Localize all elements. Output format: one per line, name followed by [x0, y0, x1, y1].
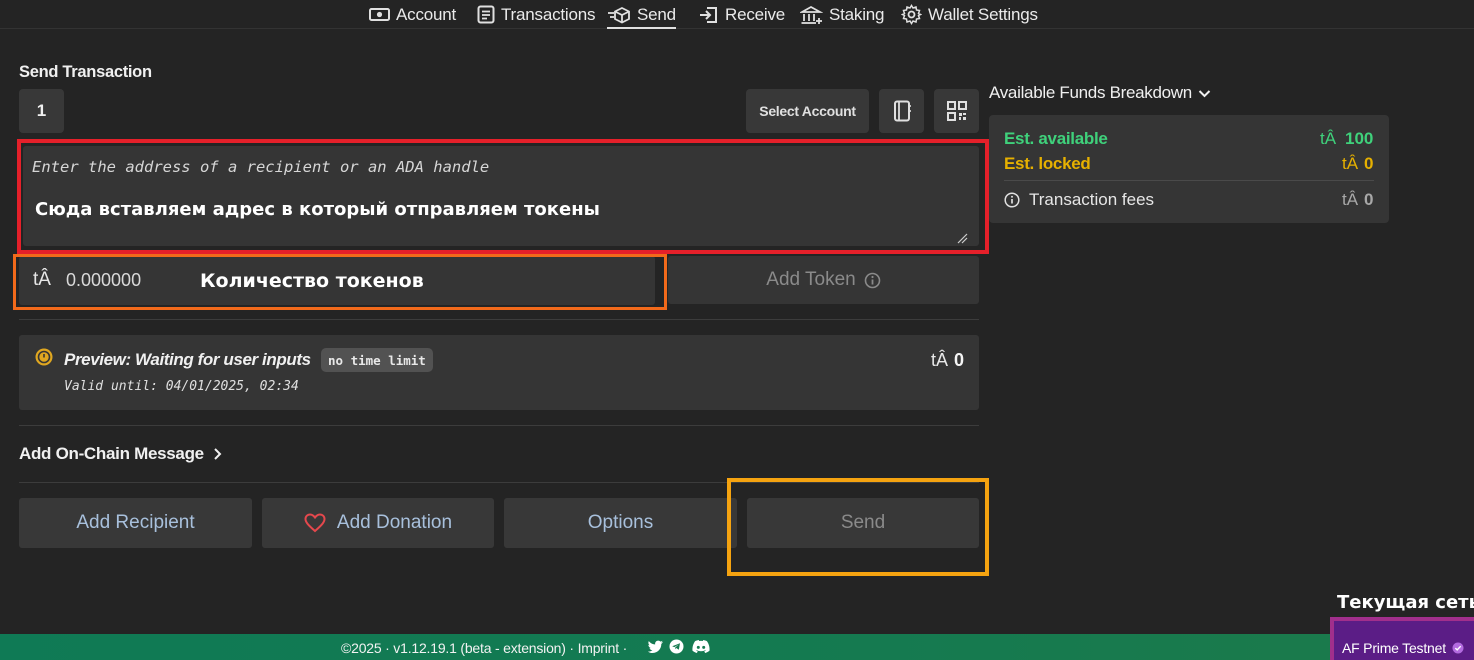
twitter-icon[interactable] — [648, 640, 664, 654]
qr-scan-button[interactable] — [934, 89, 979, 133]
top-navigation: Account Transactions Send Receive Stakin… — [0, 0, 1474, 29]
nav-receive-label: Receive — [725, 4, 786, 24]
send-package-icon — [608, 6, 630, 24]
preview-title: Preview: Waiting for user inputs — [64, 350, 311, 369]
fees-currency-symbol: tÂ — [1342, 190, 1359, 209]
on-chain-message-label: Add On-Chain Message — [19, 444, 204, 463]
wallet-icon — [369, 8, 390, 21]
nav-staking-label: Staking — [829, 4, 885, 24]
info-icon — [1004, 192, 1020, 208]
divider — [19, 425, 979, 426]
add-on-chain-message-toggle[interactable]: Add On-Chain Message — [19, 444, 222, 464]
add-donation-button[interactable]: Add Donation — [262, 498, 494, 548]
nav-wallet-settings[interactable]: Wallet Settings — [901, 2, 1038, 27]
add-recipient-button[interactable]: Add Recipient — [19, 498, 252, 548]
address-book-icon — [893, 100, 911, 122]
heart-icon — [304, 513, 326, 533]
preview-currency-symbol: tÂ — [931, 350, 949, 370]
telegram-icon[interactable] — [669, 639, 684, 654]
nav-receive[interactable]: Receive — [699, 2, 785, 27]
qr-code-icon — [946, 101, 967, 121]
verified-check-icon — [1452, 642, 1464, 654]
bank-icon — [800, 5, 823, 24]
preview-card — [19, 335, 979, 410]
network-name: AF Prime Testnet — [1342, 640, 1446, 656]
locked-currency-symbol: tÂ — [1342, 154, 1359, 173]
footer: ©2025 · v1.12.19.1 (beta - extension) · … — [0, 634, 1474, 660]
available-currency-symbol: tÂ — [1320, 129, 1337, 148]
network-annotation: Текущая сеть — [1337, 592, 1474, 613]
nav-account[interactable]: Account — [369, 2, 456, 27]
funds-breakdown-toggle[interactable]: Available Funds Breakdown — [989, 83, 1211, 103]
chevron-right-icon — [214, 448, 222, 460]
nav-transactions[interactable]: Transactions — [477, 2, 595, 27]
options-button[interactable]: Options — [504, 498, 737, 548]
funds-breakdown-title: Available Funds Breakdown — [989, 83, 1192, 102]
nav-send[interactable]: Send — [607, 2, 676, 29]
receive-icon — [700, 6, 717, 23]
chevron-down-icon — [1198, 89, 1211, 97]
pending-clock-icon — [35, 348, 53, 366]
valid-until-text: Valid until: 04/01/2025, 02:34 — [64, 379, 299, 394]
nav-transactions-label: Transactions — [501, 4, 596, 24]
recipient-index-tab[interactable]: 1 — [19, 89, 64, 133]
fees-value: 0 — [1364, 190, 1374, 209]
footer-text: ©2025 · v1.12.19.1 (beta - extension) · … — [341, 640, 628, 656]
info-icon — [864, 272, 881, 288]
discord-icon[interactable] — [692, 640, 710, 653]
send-highlight-frame — [727, 478, 989, 576]
add-token-label: Add Token — [766, 269, 856, 290]
divider — [1004, 180, 1374, 181]
divider — [19, 319, 979, 320]
options-label: Options — [587, 512, 654, 533]
add-recipient-label: Add Recipient — [76, 512, 195, 533]
nav-account-label: Account — [396, 4, 457, 24]
nav-send-label: Send — [637, 4, 676, 24]
nav-wallet-settings-label: Wallet Settings — [928, 4, 1038, 24]
available-label: Est. available — [1004, 129, 1108, 148]
document-icon — [477, 5, 495, 24]
nav-staking[interactable]: Staking — [800, 2, 885, 27]
locked-value: 0 — [1364, 154, 1374, 173]
available-value: 100 — [1345, 129, 1374, 148]
amount-highlight-frame — [13, 254, 667, 310]
fees-label: Transaction fees — [1029, 190, 1155, 209]
address-book-button[interactable] — [879, 89, 924, 133]
network-selector[interactable]: AF Prime Testnet — [1342, 640, 1464, 656]
select-account-button[interactable]: Select Account — [746, 89, 869, 133]
send-transaction-title: Send Transaction — [19, 63, 152, 81]
gear-icon — [901, 4, 922, 25]
add-token-button[interactable]: Add Token — [668, 256, 979, 304]
time-limit-badge: no time limit — [321, 348, 433, 372]
preview-amount: 0 — [954, 350, 965, 370]
address-highlight-frame — [17, 139, 989, 254]
add-donation-label: Add Donation — [336, 512, 453, 533]
locked-label: Est. locked — [1004, 154, 1091, 173]
